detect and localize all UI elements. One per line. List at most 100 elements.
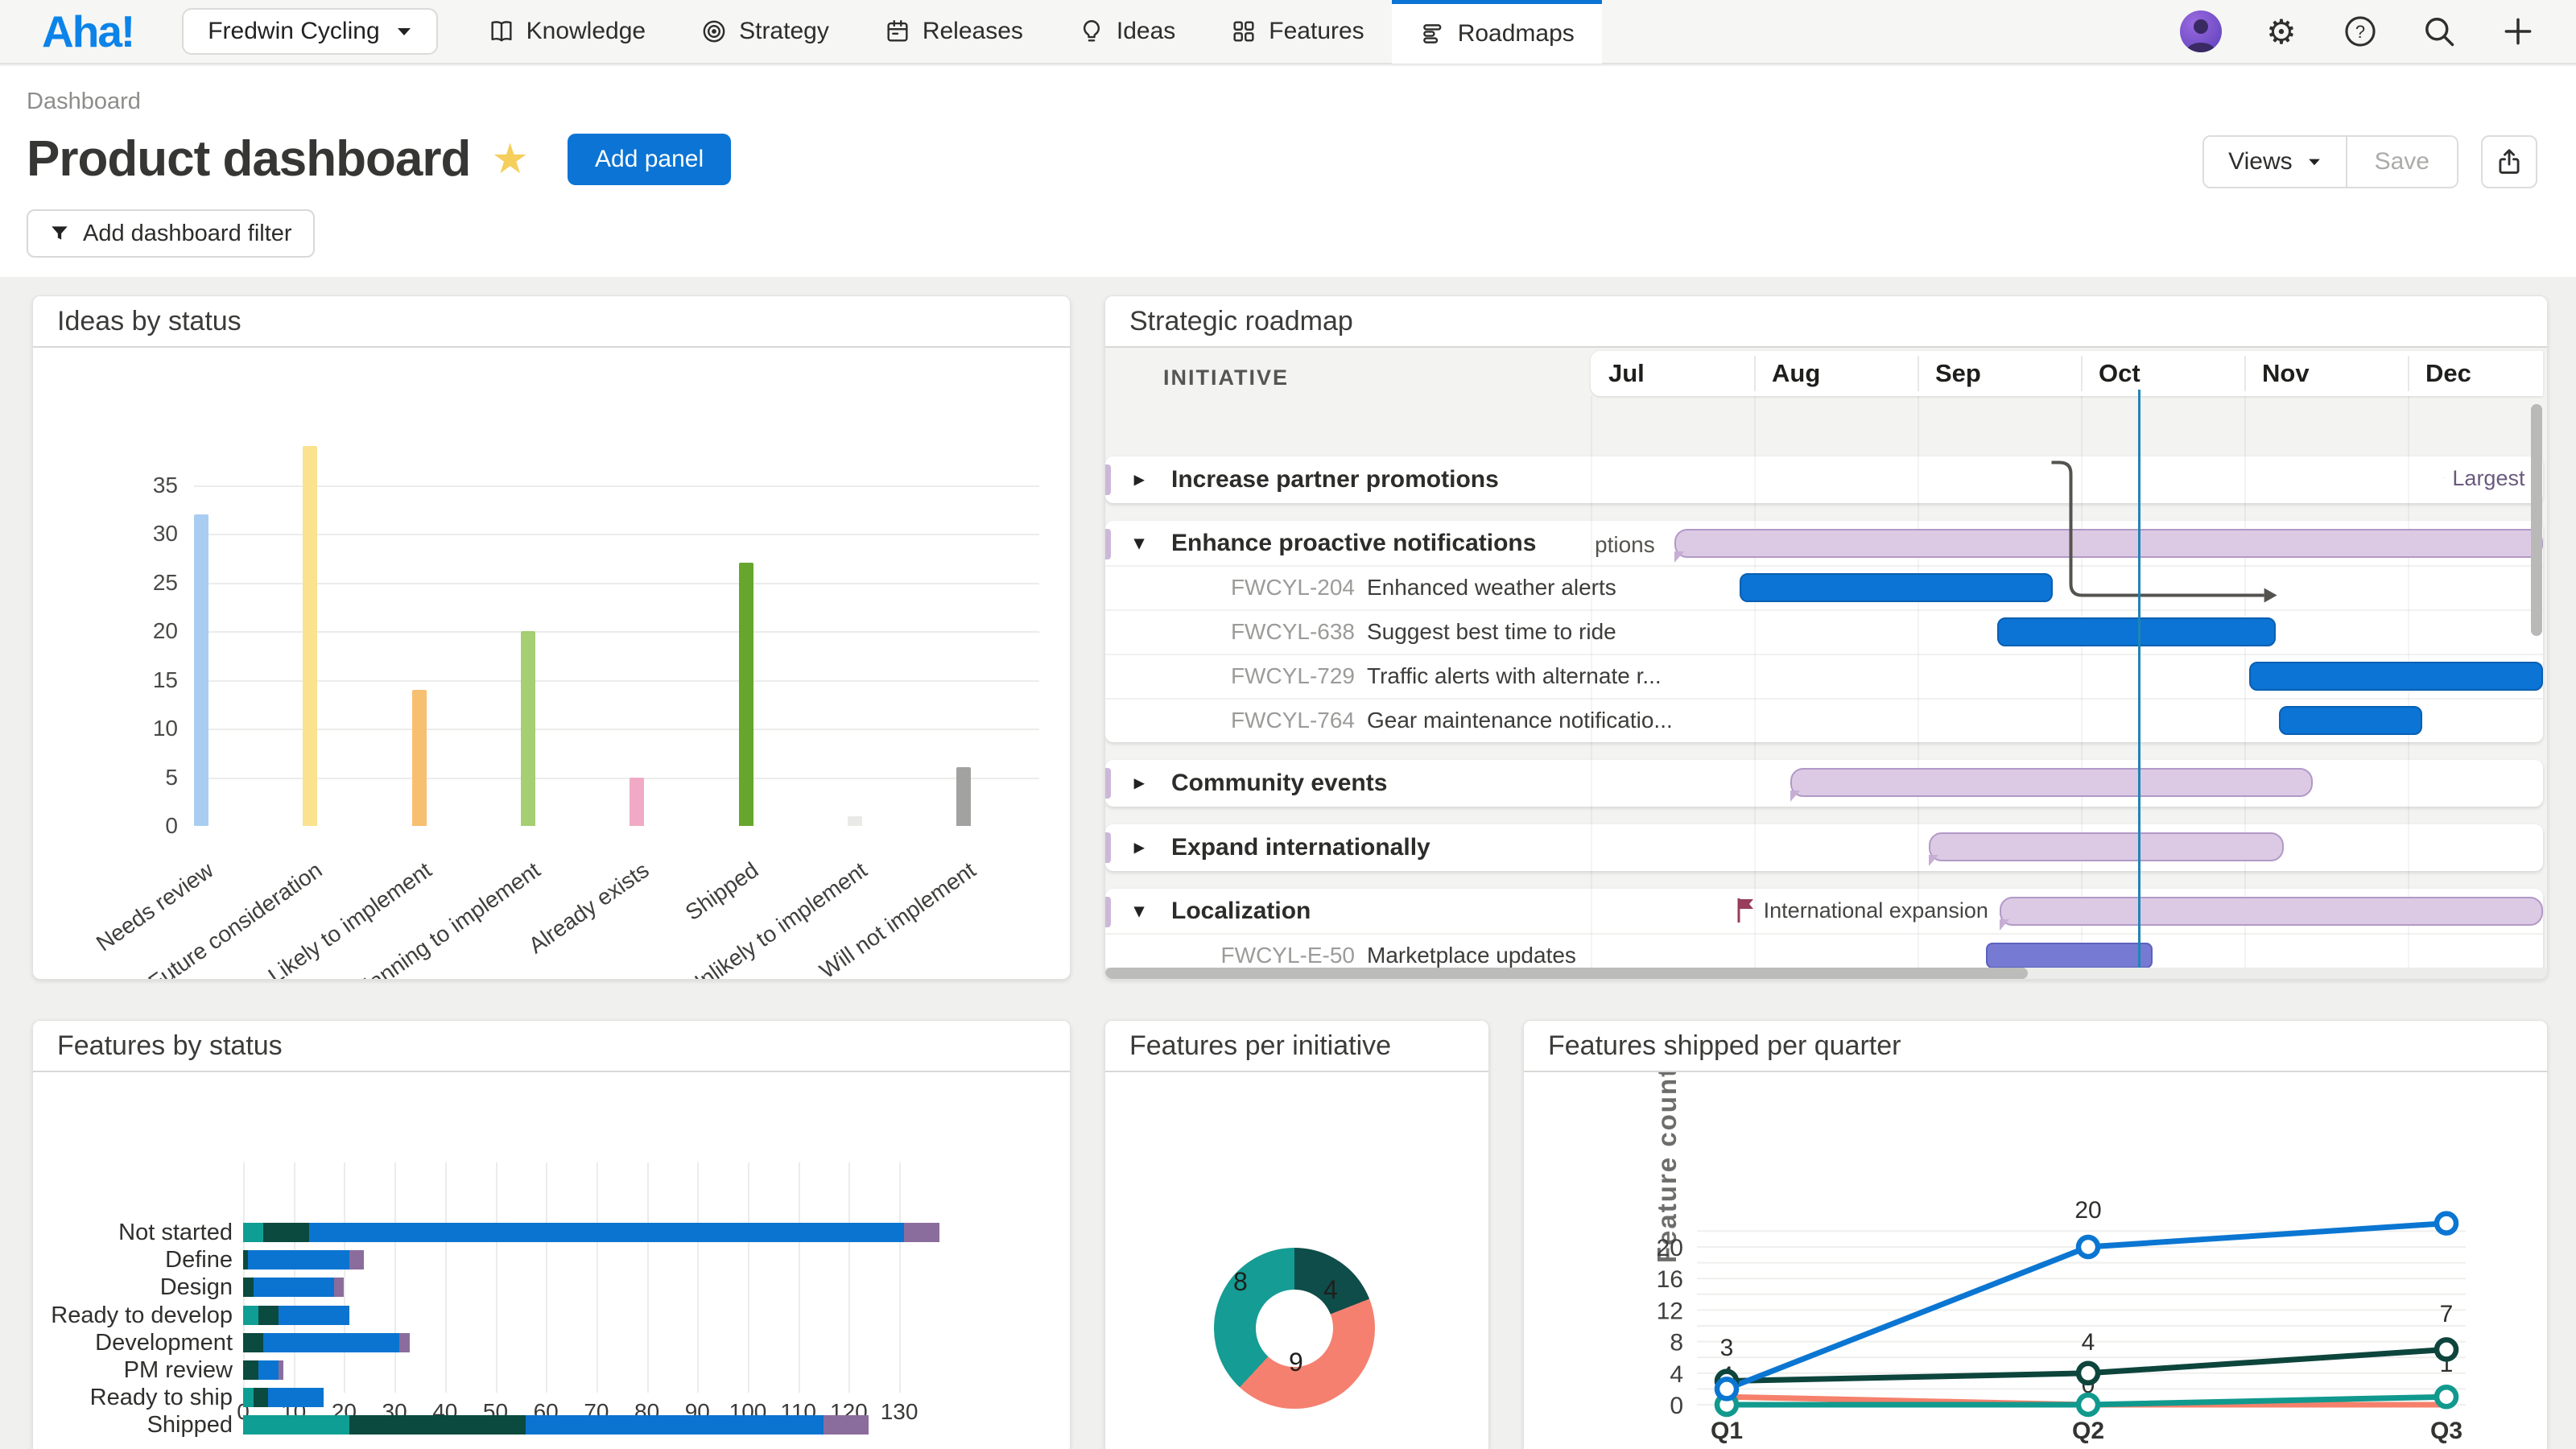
nav-item-knowledge[interactable]: Knowledge bbox=[460, 0, 673, 64]
y-tick-label: 35 bbox=[57, 473, 178, 498]
ideas-bar bbox=[848, 816, 862, 826]
nav-item-releases[interactable]: Releases bbox=[857, 0, 1051, 64]
gridline bbox=[194, 485, 1039, 487]
nav-item-features[interactable]: Features bbox=[1203, 0, 1391, 64]
gridline bbox=[496, 1162, 497, 1393]
svg-text:20: 20 bbox=[1657, 1235, 1683, 1261]
initiative-bar[interactable] bbox=[1929, 832, 2284, 861]
initiative-bar[interactable] bbox=[1790, 768, 2314, 797]
panel-features-per-initiative: Features per initiative 498 bbox=[1104, 1020, 1489, 1449]
help-button[interactable]: ? bbox=[2341, 12, 2380, 51]
y-tick-label: 20 bbox=[57, 618, 178, 644]
gridline bbox=[394, 1162, 396, 1393]
share-button[interactable] bbox=[2481, 135, 2537, 188]
vertical-scrollbar[interactable] bbox=[2531, 404, 2542, 636]
avatar[interactable] bbox=[2180, 10, 2222, 52]
feature-bar[interactable] bbox=[2249, 662, 2543, 691]
add-panel-button[interactable]: Add panel bbox=[568, 134, 731, 185]
bar-segment-blue bbox=[258, 1360, 279, 1380]
ideas-bar bbox=[521, 631, 535, 826]
bar-segment-blue bbox=[263, 1333, 399, 1352]
page-title: Product dashboard bbox=[27, 130, 470, 188]
breadcrumb[interactable]: Dashboard bbox=[27, 89, 141, 115]
create-button[interactable] bbox=[2499, 12, 2537, 51]
feature-bar[interactable] bbox=[2279, 706, 2423, 735]
bar-segment-blue bbox=[526, 1415, 824, 1435]
feature-bar[interactable] bbox=[1740, 573, 2054, 602]
initiative-row-label[interactable]: ▾Enhance proactive notifications bbox=[1134, 521, 1536, 565]
initiative-bar[interactable] bbox=[1674, 529, 2543, 558]
initiative-row-label[interactable]: ▸Increase partner promotions bbox=[1134, 457, 1499, 502]
initiative-row-label[interactable]: ▸Community events bbox=[1134, 761, 1387, 805]
milestone-flag[interactable]: Largest p bbox=[2444, 464, 2543, 492]
nav-item-roadmaps[interactable]: Roadmaps bbox=[1392, 0, 1602, 64]
timeline-gridline bbox=[2081, 396, 2083, 968]
caret-down-icon[interactable]: ▾ bbox=[1134, 531, 1155, 555]
initiative-row-label[interactable]: ▾Localization bbox=[1134, 889, 1311, 933]
svg-text:Q1: Q1 bbox=[1711, 1418, 1743, 1444]
nav-item-ideas[interactable]: Ideas bbox=[1051, 0, 1203, 64]
initiative-row-label[interactable]: ▸ Expand internationally bbox=[1134, 825, 1430, 869]
nav-item-label: Roadmaps bbox=[1458, 20, 1575, 47]
add-dashboard-filter-button[interactable]: Add dashboard filter bbox=[27, 209, 315, 258]
panel-title: Features shipped per quarter bbox=[1524, 1021, 2547, 1072]
roadmap-column-header: INITIATIVE bbox=[1163, 365, 1289, 390]
gridline bbox=[194, 778, 1039, 779]
month-label: Nov bbox=[2262, 351, 2310, 396]
caret-down-icon[interactable]: ▾ bbox=[1134, 899, 1155, 923]
ideas-bar bbox=[956, 767, 971, 826]
bar-segment-blue bbox=[309, 1223, 905, 1242]
svg-text:Q2: Q2 bbox=[2072, 1418, 2104, 1444]
help-icon: ? bbox=[2343, 14, 2378, 49]
stacked-bar bbox=[243, 1360, 283, 1380]
svg-text:4: 4 bbox=[2082, 1329, 2095, 1356]
gear-icon: ⚙ bbox=[2266, 12, 2297, 52]
add-filter-label: Add dashboard filter bbox=[83, 221, 292, 247]
y-tick-label: 30 bbox=[57, 521, 178, 547]
aha-logo[interactable]: Aha! bbox=[42, 6, 134, 57]
feature-id: FWCYL-729 bbox=[1170, 663, 1355, 689]
y-tick-label: 5 bbox=[57, 765, 178, 791]
slice-value-label: 4 bbox=[1323, 1275, 1338, 1305]
bar-segment-dark-green bbox=[349, 1415, 526, 1435]
settings-button[interactable]: ⚙ bbox=[2262, 12, 2301, 51]
favorite-star-icon[interactable]: ★ bbox=[491, 135, 529, 184]
views-button[interactable]: Views bbox=[2204, 137, 2347, 187]
features-per-initiative-chart: 498 bbox=[1105, 1072, 1488, 1449]
bar-segment-mauve bbox=[334, 1278, 345, 1297]
slice-value-label: 9 bbox=[1289, 1348, 1303, 1377]
initiative-name: Expand internationally bbox=[1171, 834, 1430, 861]
caret-right-icon[interactable]: ▸ bbox=[1134, 771, 1155, 795]
roadmap-icon bbox=[1419, 20, 1447, 47]
svg-text:12: 12 bbox=[1657, 1298, 1683, 1324]
today-line bbox=[2138, 390, 2140, 969]
month-separator bbox=[2081, 356, 2083, 391]
bar-segment-blue bbox=[254, 1278, 334, 1297]
flag-icon bbox=[1736, 897, 1756, 924]
row-separator bbox=[1105, 654, 2543, 655]
bar-segment-blue bbox=[248, 1250, 349, 1269]
row-separator bbox=[1105, 698, 2543, 700]
month-label: Sep bbox=[1935, 351, 1981, 396]
feature-bar[interactable] bbox=[1986, 943, 2153, 968]
milestone-flag[interactable]: International expansion bbox=[1736, 897, 1988, 924]
month-separator bbox=[2244, 356, 2246, 391]
feature-bar[interactable] bbox=[1997, 617, 2275, 646]
search-button[interactable] bbox=[2420, 12, 2458, 51]
gridline bbox=[194, 631, 1039, 633]
nav-item-strategy[interactable]: Strategy bbox=[673, 0, 857, 64]
save-button[interactable]: Save bbox=[2347, 137, 2457, 187]
stacked-bar bbox=[243, 1415, 869, 1435]
horizontal-scrollbar-thumb[interactable] bbox=[1105, 968, 2028, 979]
gridline bbox=[194, 534, 1039, 535]
stacked-bar bbox=[243, 1306, 349, 1325]
caret-right-icon[interactable]: ▸ bbox=[1134, 468, 1155, 491]
initiative-bar[interactable] bbox=[2000, 897, 2544, 926]
workspace-name: Fredwin Cycling bbox=[208, 18, 379, 45]
horizontal-scrollbar[interactable] bbox=[1105, 968, 2547, 979]
panel-features-shipped-per-quarter: Features shipped per quarter Feature cou… bbox=[1523, 1020, 2548, 1449]
workspace-switcher[interactable]: Fredwin Cycling bbox=[182, 8, 437, 55]
caret-right-icon[interactable]: ▸ bbox=[1134, 836, 1155, 859]
bar-segment-blue bbox=[268, 1388, 324, 1407]
month-separator bbox=[2408, 356, 2409, 391]
